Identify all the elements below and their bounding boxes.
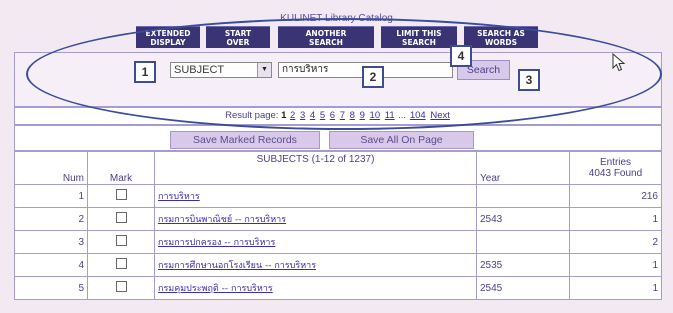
row-subject-cell: การบริหาร — [154, 184, 477, 208]
page-link[interactable]: 10 — [370, 110, 381, 121]
row-num: 5 — [14, 276, 88, 300]
mouse-pointer-icon — [612, 53, 626, 72]
page-link[interactable]: 11 — [385, 110, 395, 121]
limit-this-search-button[interactable]: LIMIT THIS SEARCH — [381, 26, 457, 48]
mark-checkbox[interactable] — [115, 212, 127, 223]
mark-checkbox[interactable] — [115, 258, 127, 269]
start-over-button[interactable]: START OVER — [206, 26, 270, 48]
page-link[interactable]: 8 — [350, 110, 355, 121]
row-entries: 1 — [569, 253, 662, 277]
subject-link[interactable]: การบริหาร — [158, 192, 200, 202]
current-page: 1 — [281, 110, 287, 121]
year-header: Year — [476, 151, 570, 185]
table-row: 3 กรมการปกครอง -- การบริหาร 2 — [14, 230, 662, 254]
num-header: Num — [14, 151, 88, 185]
search-panel — [14, 52, 662, 107]
page-link[interactable]: 4 — [310, 110, 315, 121]
search-field-select[interactable]: SUBJECT ▼ — [170, 62, 272, 78]
page-link[interactable]: 2 — [290, 110, 295, 121]
row-mark-cell — [87, 276, 155, 300]
table-row: 5 กรมคุมประพฤติ -- การบริหาร 2545 1 — [14, 276, 662, 300]
results-table: Num Mark SUBJECTS (1-12 of 1237) Year En… — [14, 151, 662, 300]
extended-display-button[interactable]: EXTENDED DISPLAY — [136, 26, 200, 48]
callout-1: 1 — [134, 61, 156, 83]
subject-link[interactable]: กรมการบินพาณิชย์ -- การบริหาร — [158, 215, 286, 225]
row-entries: 216 — [569, 184, 662, 208]
row-subject-cell: กรมการปกครอง -- การบริหาร — [154, 230, 477, 254]
subject-link[interactable]: กรมคุมประพฤติ -- การบริหาร — [158, 284, 273, 294]
last-page-link[interactable]: 104 — [410, 110, 426, 121]
row-year — [476, 184, 570, 208]
table-row: 1 การบริหาร 216 — [14, 184, 662, 208]
row-mark-cell — [87, 253, 155, 277]
row-subject-cell: กรมการบินพาณิชย์ -- การบริหาร — [154, 207, 477, 231]
table-header-row: Num Mark SUBJECTS (1-12 of 1237) Year En… — [14, 151, 662, 185]
result-page-label: Result page: — [225, 110, 279, 121]
row-num: 1 — [14, 184, 88, 208]
mark-header: Mark — [87, 151, 155, 185]
row-subject-cell: กรมการศึกษานอกโรงเรียน -- การบริหาร — [154, 253, 477, 277]
row-num: 2 — [14, 207, 88, 231]
action-row: Save Marked Records Save All On Page — [14, 125, 662, 151]
row-num: 3 — [14, 230, 88, 254]
next-page-link[interactable]: Next — [430, 110, 450, 121]
page-link[interactable]: 9 — [360, 110, 365, 121]
entries-header: Entries 4043 Found — [569, 151, 662, 185]
save-all-on-page-button[interactable]: Save All On Page — [329, 131, 474, 149]
page-ellipsis: ... — [398, 110, 407, 121]
row-mark-cell — [87, 184, 155, 208]
page-link[interactable]: 6 — [330, 110, 335, 121]
entries-label: Entries — [599, 157, 632, 168]
result-pagination: Result page: 1 2 3 4 5 6 7 8 9 10 11 ...… — [14, 107, 662, 125]
row-num: 4 — [14, 253, 88, 277]
another-search-button[interactable]: ANOTHER SEARCH — [278, 26, 374, 48]
row-mark-cell — [87, 207, 155, 231]
row-entries: 1 — [569, 207, 662, 231]
search-field-value: SUBJECT — [174, 64, 225, 76]
callout-2: 2 — [362, 66, 384, 88]
table-row: 2 กรมการบินพาณิชย์ -- การบริหาร 2543 1 — [14, 207, 662, 231]
row-year — [476, 230, 570, 254]
row-year: 2545 — [476, 276, 570, 300]
catalog-title: KULINET Library Catalog — [280, 13, 393, 24]
table-row: 4 กรมการศึกษานอกโรงเรียน -- การบริหาร 25… — [14, 253, 662, 277]
page-link[interactable]: 5 — [320, 110, 325, 121]
subject-link[interactable]: กรมการศึกษานอกโรงเรียน -- การบริหาร — [158, 261, 316, 271]
callout-4: 4 — [450, 45, 472, 67]
row-entries: 2 — [569, 230, 662, 254]
mark-checkbox[interactable] — [115, 189, 127, 200]
search-as-words-button[interactable]: SEARCH AS WORDS — [464, 26, 538, 48]
mark-checkbox[interactable] — [115, 281, 127, 292]
page-link[interactable]: 3 — [300, 110, 305, 121]
save-marked-records-button[interactable]: Save Marked Records — [170, 131, 320, 149]
callout-3: 3 — [518, 69, 540, 91]
row-entries: 1 — [569, 276, 662, 300]
subjects-header: SUBJECTS (1-12 of 1237) — [154, 151, 477, 185]
row-subject-cell: กรมคุมประพฤติ -- การบริหาร — [154, 276, 477, 300]
page-link[interactable]: 7 — [340, 110, 345, 121]
entries-found-count: 4043 Found — [588, 168, 643, 179]
row-year: 2543 — [476, 207, 570, 231]
row-mark-cell — [87, 230, 155, 254]
chevron-down-icon[interactable]: ▼ — [257, 63, 271, 77]
row-year: 2535 — [476, 253, 570, 277]
mark-checkbox[interactable] — [115, 235, 127, 246]
subject-link[interactable]: กรมการปกครอง -- การบริหาร — [158, 238, 275, 248]
